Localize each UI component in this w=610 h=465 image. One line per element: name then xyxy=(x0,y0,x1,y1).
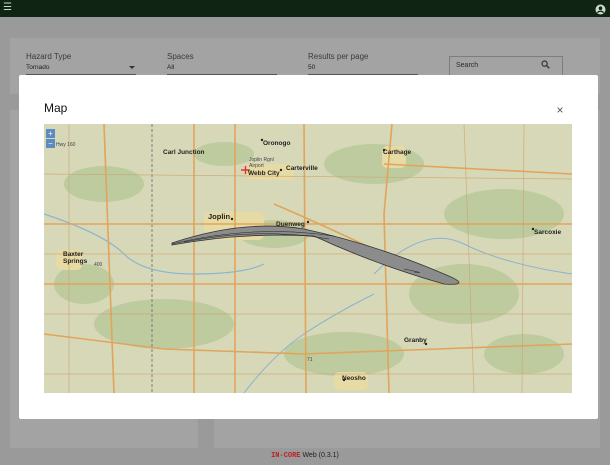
hazard-type-value: Tornado xyxy=(26,64,50,71)
top-app-bar: ☰ xyxy=(0,0,610,17)
road-label-71: 71 xyxy=(307,357,313,363)
account-circle-icon[interactable] xyxy=(595,2,606,15)
search-placeholder: Search xyxy=(456,62,479,69)
place-granby: Granby xyxy=(404,337,427,344)
hazard-type-select[interactable]: Hazard Type Tornado xyxy=(26,52,136,75)
place-carterville: Carterville xyxy=(286,165,318,172)
place-sarcoxie: Sarcoxie xyxy=(534,229,562,236)
map-dialog: Map × + − Carl Junction Oronogo Carthage… xyxy=(19,75,598,419)
spaces-label: Spaces xyxy=(167,52,194,61)
hamburger-menu-icon[interactable]: ☰ xyxy=(3,3,13,13)
place-joplin: Joplin xyxy=(208,212,231,221)
close-icon[interactable]: × xyxy=(555,104,565,116)
place-oronogo: Oronogo xyxy=(263,140,291,147)
tornado-track[interactable] xyxy=(171,225,460,285)
place-webb-city: Webb City xyxy=(248,170,280,177)
footer-version: Web (0.3.1) xyxy=(300,452,339,459)
place-carthage: Carthage xyxy=(383,149,412,156)
map-view[interactable]: + − Carl Junction Oronogo Carthage Jopli… xyxy=(44,124,572,393)
place-duenweg: Duenweg xyxy=(276,221,305,228)
place-baxter-springs: Baxter Springs xyxy=(63,251,88,265)
road-label-400: 400 xyxy=(94,262,103,268)
search-icon[interactable] xyxy=(541,60,550,71)
footer: IN-CORE Web (0.3.1) xyxy=(0,452,610,460)
zoom-in-button[interactable]: + xyxy=(46,129,55,138)
place-carl-junction: Carl Junction xyxy=(163,149,205,156)
results-per-page-select[interactable]: Results per page 50 xyxy=(308,52,418,75)
dialog-title: Map xyxy=(44,101,68,115)
spaces-value: All xyxy=(167,64,175,71)
chevron-down-icon xyxy=(129,66,135,69)
results-per-page-value: 50 xyxy=(308,64,316,71)
footer-brand: IN-CORE xyxy=(271,452,301,460)
place-neosho: Neosho xyxy=(342,375,366,382)
results-per-page-label: Results per page xyxy=(308,52,369,61)
hazard-type-label: Hazard Type xyxy=(26,52,72,61)
place-joplin-airport: Joplin Rgnl Airport xyxy=(249,157,274,169)
spaces-select[interactable]: Spaces All xyxy=(167,52,277,75)
zoom-out-button[interactable]: − xyxy=(46,139,55,148)
road-label-hwy-160: Hwy 160 xyxy=(56,142,76,148)
search-input[interactable]: Search xyxy=(449,56,563,76)
